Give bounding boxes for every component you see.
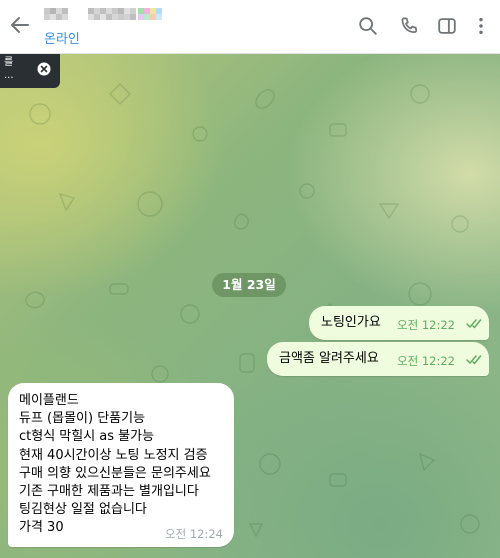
message-line: 팅김현상 일절 없습니다: [19, 502, 147, 518]
notification-toast[interactable]: 를 ...: [0, 54, 60, 88]
chat-area[interactable]: 를 ... 1월 23일 노팅인가요 오전 12:22 금액좀 알려주세요 오전…: [0, 54, 500, 558]
toast-text: 를 ...: [4, 56, 14, 82]
toast-line-2: ...: [4, 70, 14, 81]
back-arrow-icon[interactable]: [8, 13, 32, 37]
more-menu-icon[interactable]: [470, 15, 492, 37]
message-line: 메이플랜드: [19, 393, 79, 408]
search-icon[interactable]: [357, 15, 379, 37]
read-check-icon: [466, 319, 482, 329]
contact-name-redacted[interactable]: [44, 6, 162, 24]
message-text: 금액좀 알려주세요: [279, 351, 379, 366]
message-line: 듀프 (몹몰이) 단품기능: [19, 411, 146, 427]
message-line: ct형식 막힐시 as 불가능: [19, 429, 155, 445]
online-status: 온라인: [44, 32, 80, 47]
message-time: 오전 12:22: [397, 318, 455, 332]
phone-icon[interactable]: [398, 15, 420, 37]
outgoing-message[interactable]: 금액좀 알려주세요 오전 12:22: [267, 342, 489, 376]
message-line: 현재 40시간이상 노팅 노정지 검증: [19, 447, 208, 463]
message-text: 메이플랜드 듀프 (몹몰이) 단품기능 ct형식 막힐시 as 불가능 현재 4…: [19, 392, 211, 538]
incoming-message[interactable]: 메이플랜드 듀프 (몹몰이) 단품기능 ct형식 막힐시 as 불가능 현재 4…: [8, 383, 234, 547]
message-line: 구매 의향 있으신분들은 문의주세요: [19, 465, 211, 481]
message-line: 기존 구매한 제품과는 별개입니다: [19, 484, 199, 500]
message-time: 오전 12:24: [165, 527, 223, 541]
read-check-icon: [466, 355, 482, 365]
date-separator: 1월 23일: [212, 273, 286, 297]
message-text: 노팅인가요: [321, 315, 381, 330]
toast-line-1: 를: [4, 57, 14, 68]
chat-header: 온라인: [0, 0, 500, 54]
close-icon[interactable]: [37, 62, 51, 76]
outgoing-message[interactable]: 노팅인가요 오전 12:22: [309, 306, 489, 340]
sidebar-toggle-icon[interactable]: [436, 15, 458, 37]
message-time: 오전 12:22: [397, 354, 455, 368]
